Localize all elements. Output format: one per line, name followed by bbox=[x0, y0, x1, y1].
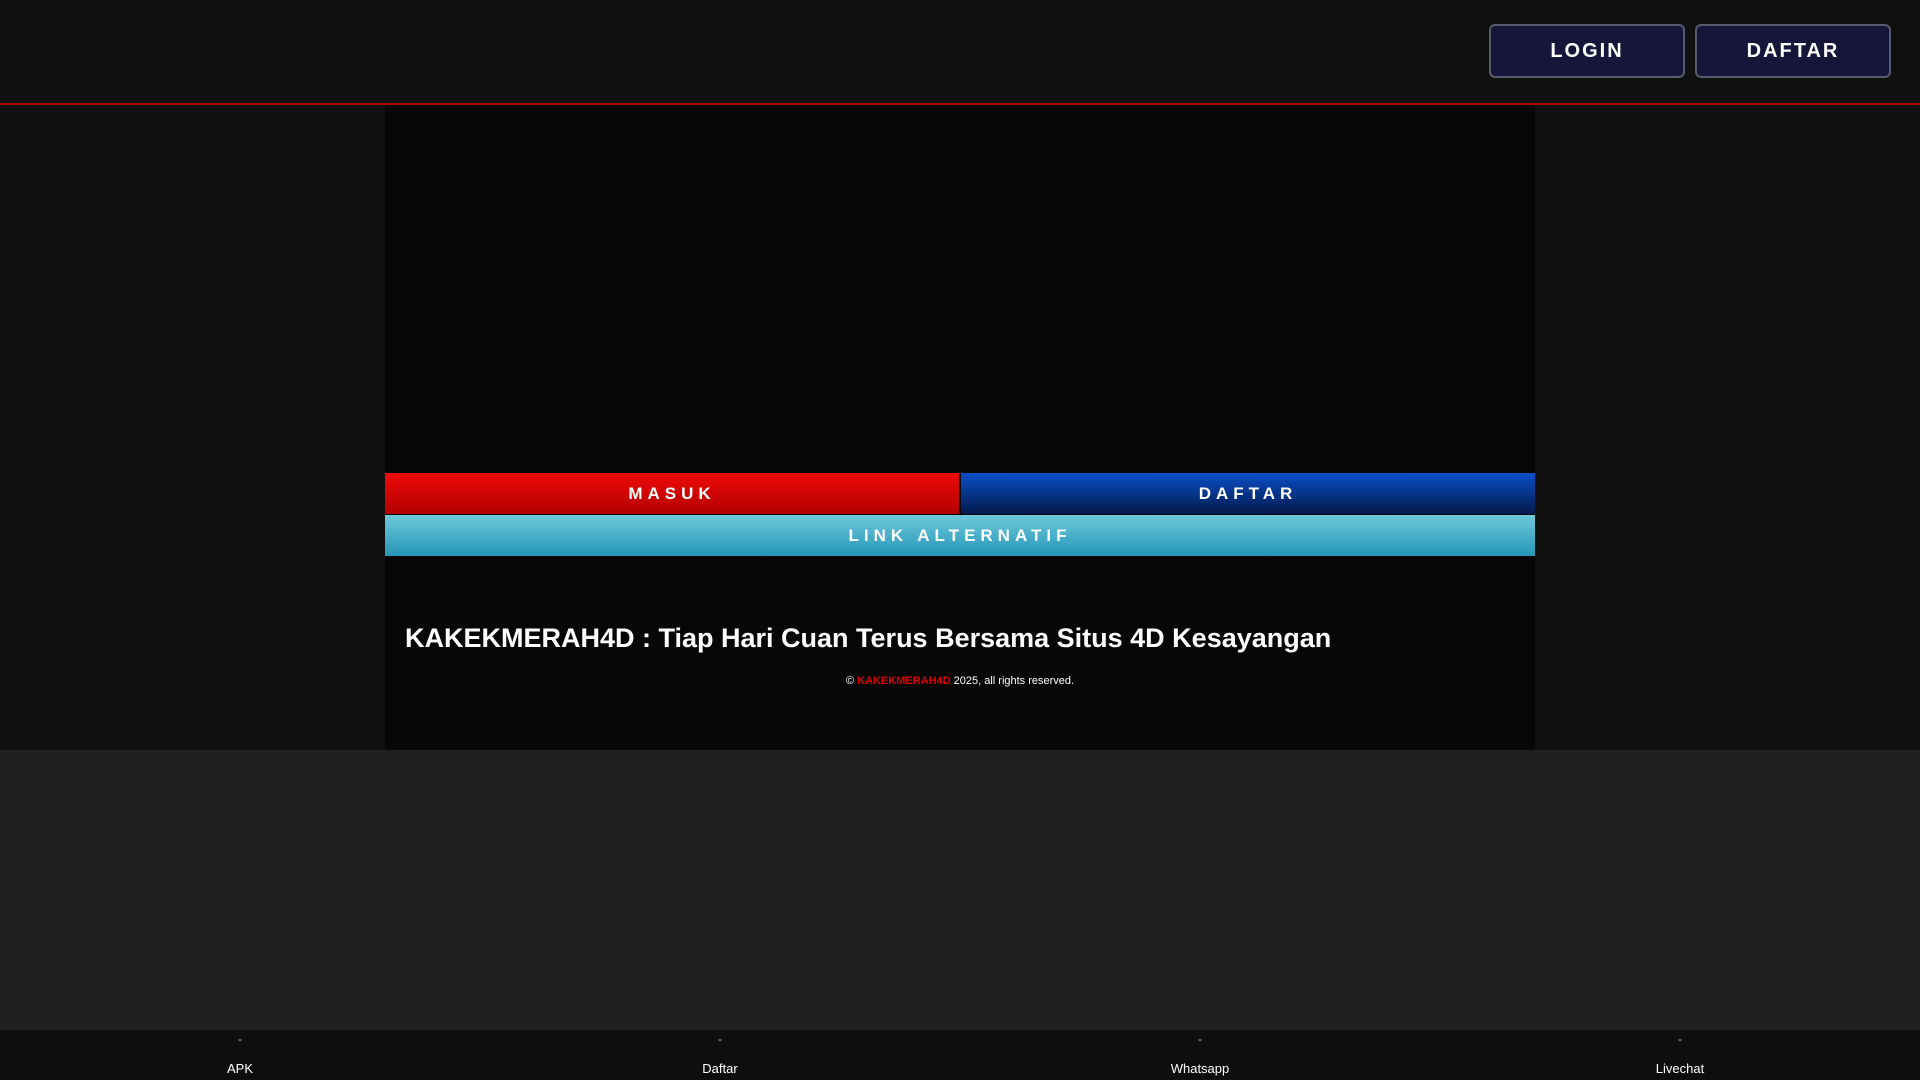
copyright-brand-link[interactable]: KAKEKMERAH4D bbox=[857, 675, 951, 687]
bottom-nav-label: Livechat bbox=[1655, 1061, 1705, 1076]
right-side-panel bbox=[1535, 105, 1920, 750]
copyright-text: © KAKEKMERAH4D 2025, all rights reserved… bbox=[385, 675, 1535, 687]
login-button[interactable]: LOGIN bbox=[1489, 24, 1685, 78]
page-headline: KAKEKMERAH4D : Tiap Hari Cuan Terus Bers… bbox=[405, 623, 1332, 653]
daftar-icon: - bbox=[718, 1032, 722, 1046]
bottom-nav-apk[interactable]: - APK bbox=[0, 1030, 480, 1080]
bottom-nav-label: Whatsapp bbox=[1170, 1061, 1230, 1076]
whatsapp-icon: - bbox=[1198, 1032, 1202, 1046]
copyright-rights: 2025, all rights reserved. bbox=[953, 675, 1075, 687]
copyright-symbol: © bbox=[845, 675, 854, 687]
bottom-nav: - APK - Daftar - Whatsapp - Livechat bbox=[0, 1030, 1920, 1080]
apk-icon: - bbox=[238, 1032, 242, 1046]
masuk-button[interactable]: MASUK bbox=[385, 473, 959, 514]
bottom-nav-daftar[interactable]: - Daftar bbox=[480, 1030, 960, 1080]
bottom-nav-whatsapp[interactable]: - Whatsapp bbox=[960, 1030, 1440, 1080]
page: LOGIN DAFTAR MASUK DAFTAR LINK ALTERNATI… bbox=[0, 0, 1920, 1080]
link-alternatif-button[interactable]: LINK ALTERNATIF bbox=[385, 515, 1535, 556]
bottom-nav-label: APK bbox=[226, 1061, 253, 1076]
banner-area bbox=[385, 105, 1535, 472]
left-side-panel bbox=[0, 105, 385, 750]
bottom-nav-label: Daftar bbox=[702, 1061, 738, 1076]
livechat-icon: - bbox=[1678, 1032, 1682, 1046]
register-button[interactable]: DAFTAR bbox=[1695, 24, 1891, 78]
cta-row: MASUK DAFTAR bbox=[385, 473, 1535, 514]
main-content: MASUK DAFTAR LINK ALTERNATIF KAKEKMERAH4… bbox=[385, 105, 1535, 750]
bottom-nav-livechat[interactable]: - Livechat bbox=[1440, 1030, 1920, 1080]
daftar-button[interactable]: DAFTAR bbox=[961, 473, 1535, 514]
site-header: LOGIN DAFTAR bbox=[0, 0, 1920, 105]
